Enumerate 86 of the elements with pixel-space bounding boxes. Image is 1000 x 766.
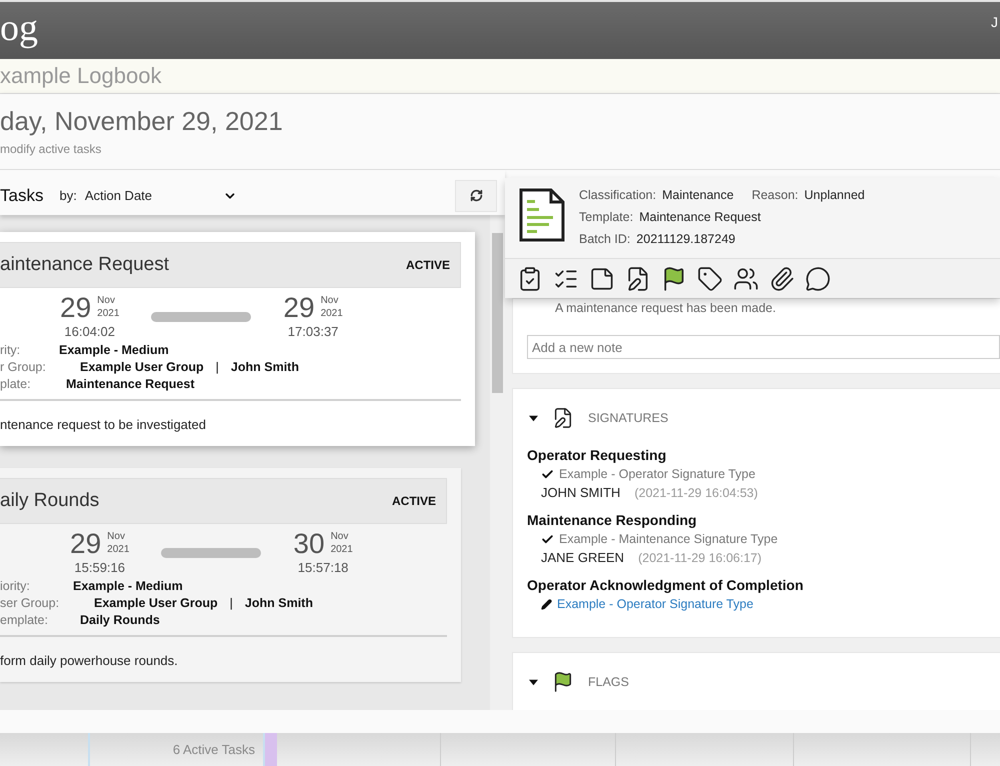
separator: | [230,596,233,610]
info-value: Unplanned [804,188,865,202]
signature-link[interactable]: Example - Operator Signature Type [557,597,754,611]
check-icon [541,532,554,546]
task-title: aily Rounds [0,490,100,512]
separator: | [216,360,219,374]
info-label: Reason: [752,188,798,202]
field-value: Example User Group [80,360,204,374]
task-description: ntenance request to be investigated [0,417,207,432]
field-value: Example - Medium [59,343,169,357]
sticky-note-icon [589,266,615,292]
date-month: Nov [97,294,116,307]
signature-type: Example - Maintenance Signature Type [559,532,778,546]
refresh-button[interactable] [455,180,497,212]
info-label: Template: [579,210,634,224]
page-date: day, November 29, 2021 [0,106,283,137]
date-year: 2021 [330,543,353,556]
date-day: 29 [70,530,102,558]
date-time: 16:04:02 [64,324,115,339]
date-month: Nov [330,530,350,543]
section-title: FLAGS [588,675,629,689]
note-text: A maintenance request has been made. [554,300,777,315]
date-month: Nov [107,530,126,543]
field-value: Example - Medium [73,579,183,593]
date-day: 29 [60,294,92,322]
date-time: 15:59:16 [74,560,125,575]
field-label: rity: [0,343,22,357]
date-day: 29 [283,294,315,322]
paperclip-icon [769,266,795,292]
field-label: ser Group: [0,596,60,610]
caret-icon[interactable] [529,414,538,422]
date-month: Nov [320,294,340,307]
flag-icon [552,671,574,693]
date-day: 30 [293,530,325,558]
field-label: iority: [0,579,31,593]
logbook-name: xample Logbook [0,63,162,89]
assignee-name: John Smith [230,360,299,374]
date-year: 2021 [97,307,120,320]
date-year: 2021 [107,543,130,556]
signature-document-icon [552,407,574,429]
signature-role: Operator Requesting [527,447,668,463]
check-icon [541,468,554,480]
signature-timestamp: (2021-11-29 16:06:17) [638,551,762,565]
document-icon [519,188,565,242]
info-value: 20211129.187249 [636,232,736,246]
task-status: ACTIVE [392,494,436,508]
task-title: aintenance Request [0,254,170,276]
info-value: Maintenance Request [639,210,761,224]
caret-icon[interactable] [529,678,538,686]
section-title: SIGNATURES [588,411,668,425]
signer-name: JOHN SMITH (2021-11-29 16:04:53) [540,485,759,500]
note-input[interactable]: Add a new note [527,335,1000,359]
sort-label: by: [59,188,77,203]
signature-type: Example - Operator Signature Type [559,467,756,481]
field-value: Example User Group [94,596,218,610]
task-description: form daily powerhouse rounds. [0,653,179,668]
calendar-event [263,733,277,766]
signer-name: JANE GREEN (2021-11-29 16:06:17) [540,550,763,565]
date-year: 2021 [320,307,343,320]
assignee-name: John Smith [244,596,313,610]
date-time: 15:57:18 [298,560,348,575]
users-icon [733,266,759,292]
info-label: Classification: [579,188,656,202]
info-label: Batch ID: [579,232,630,246]
field-label: r Group: [0,360,47,374]
field-value: Daily Rounds [80,613,160,627]
user-name[interactable]: J [991,14,998,30]
signature-role: Operator Acknowledgment of Completion [527,577,804,593]
tag-icon [697,266,723,292]
tasks-title: Tasks [0,186,44,206]
signature-timestamp: (2021-11-29 16:04:53) [634,486,758,500]
refresh-icon [470,189,482,202]
page-subtitle: modify active tasks [0,142,102,156]
speech-bubble-icon [805,266,831,292]
field-value: Maintenance Request [66,377,195,391]
pencil-icon [541,598,552,610]
date-time: 17:03:37 [288,324,338,339]
sort-select[interactable]: Action Date [84,188,237,203]
field-label: emplate: [0,613,49,627]
active-task-count: 6 Active Tasks [172,742,255,757]
task-status: ACTIVE [406,258,450,272]
signature-role: Maintenance Responding [527,512,698,528]
scrollbar[interactable] [490,215,505,710]
info-value: Maintenance [662,188,734,202]
app-title: og [0,6,38,50]
field-label: plate: [0,377,32,391]
